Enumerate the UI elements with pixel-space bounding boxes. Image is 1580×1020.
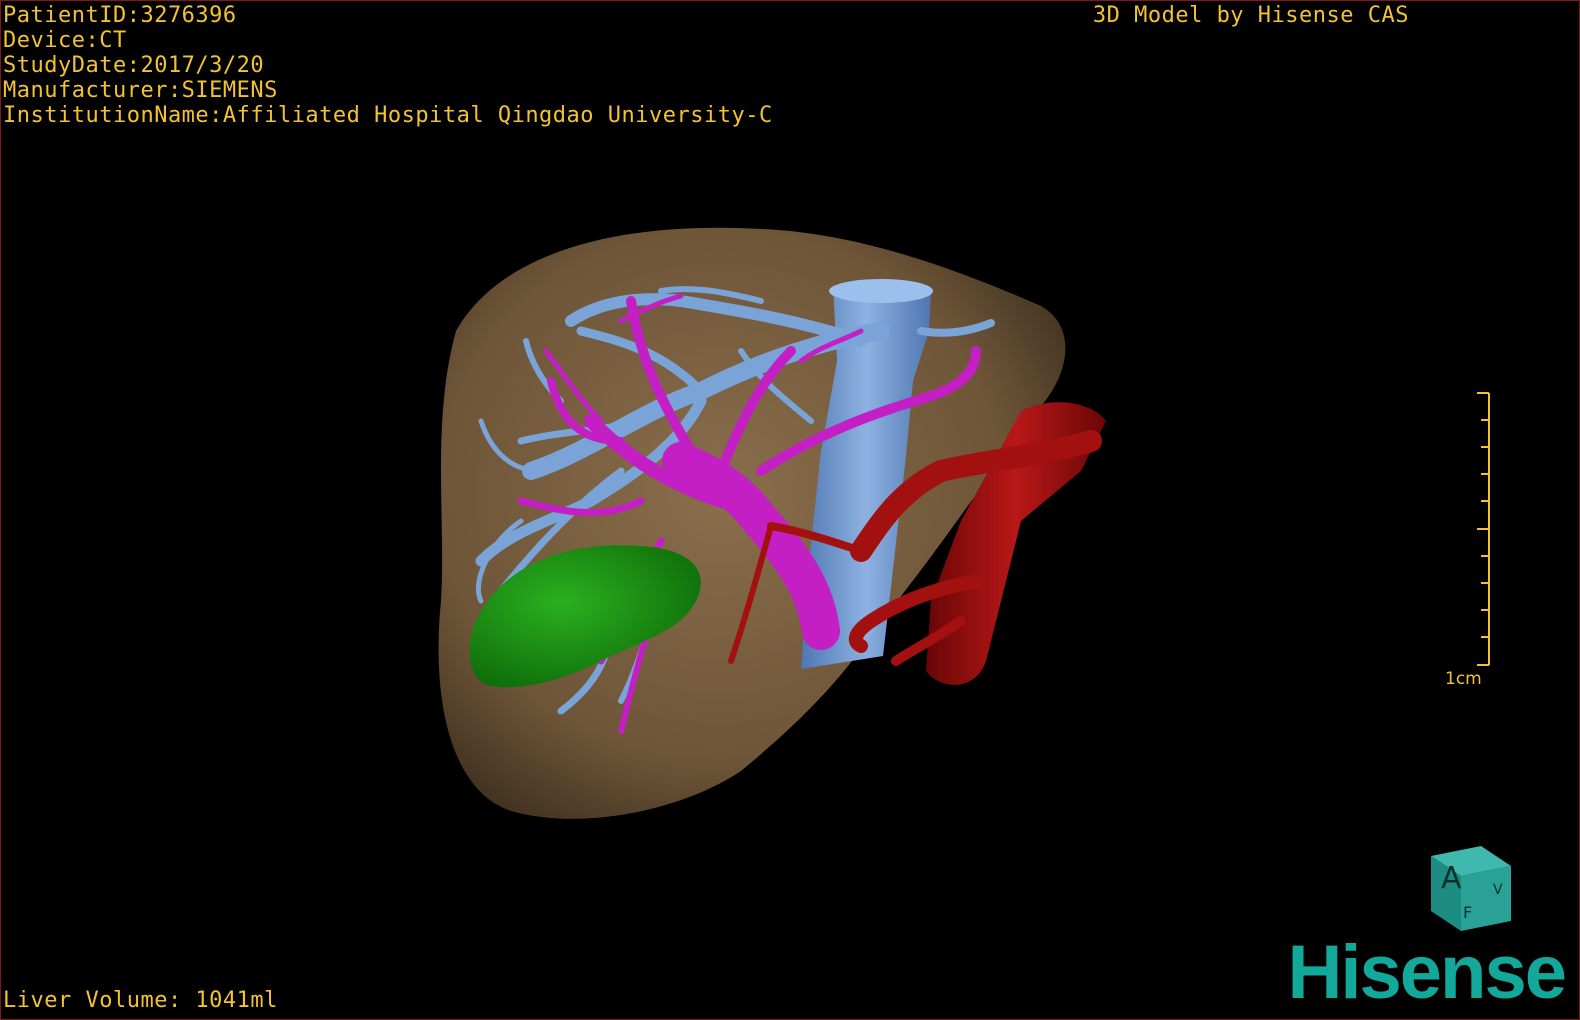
liver-volume: Liver Volume: 1041ml — [3, 988, 278, 1013]
model-credit: 3D Model by Hisense CAS — [1092, 3, 1409, 28]
cube-front-label: A — [1441, 861, 1462, 896]
liver-3d-model[interactable] — [1, 1, 1579, 1019]
hisense-logo: Hisense — [1287, 930, 1567, 1015]
study-date: StudyDate:2017/3/20 — [3, 53, 265, 78]
scale-label: 1cm — [1445, 669, 1482, 689]
institution-name: InstitutionName:Affiliated Hospital Qing… — [3, 103, 773, 128]
manufacturer: Manufacturer:SIEMENS — [3, 78, 278, 103]
cube-bottom-label: F — [1463, 903, 1472, 922]
device: Device:CT — [3, 28, 127, 53]
dicom-metadata: PatientID:3276396 Device:CT StudyDate:20… — [3, 3, 773, 128]
orientation-cube-icon[interactable]: A V F — [1421, 836, 1521, 936]
3d-viewport[interactable]: PatientID:3276396 Device:CT StudyDate:20… — [0, 0, 1580, 1020]
patient-id: PatientID:3276396 — [3, 3, 237, 28]
scale-bar — [1477, 392, 1490, 666]
cube-side-label: V — [1493, 882, 1503, 898]
